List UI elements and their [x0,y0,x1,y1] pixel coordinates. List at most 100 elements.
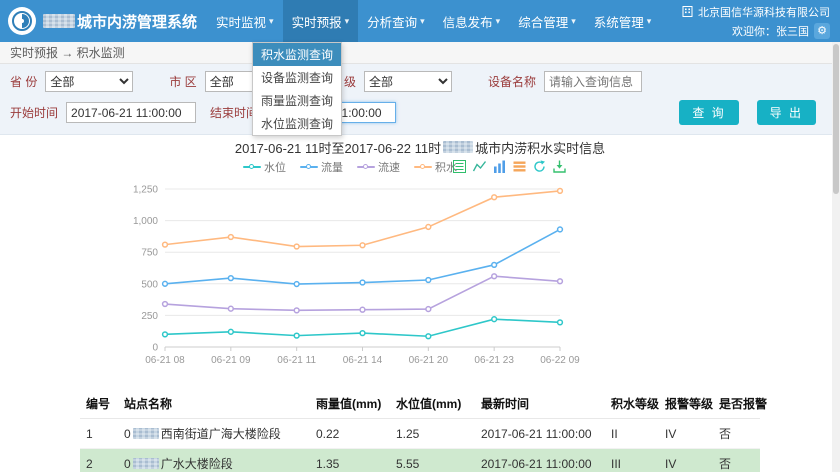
x-axis-label: 06-21 14 [343,355,383,366]
gear-icon[interactable]: ⚙ [814,23,830,39]
dropdown-menu-item[interactable]: 水位监测查询 [253,112,341,135]
device-name-label: 设备名称 [488,73,536,90]
line-chart-icon[interactable] [473,160,486,173]
province-select[interactable]: 全部 [45,71,133,92]
rain-value-cell: 1.35 [310,449,390,472]
data-point[interactable] [163,242,168,247]
dropdown-menu-item[interactable]: 积水监测查询 [253,43,341,66]
row-number-cell: 1 [80,419,118,449]
data-point[interactable] [294,308,299,313]
data-point[interactable] [558,188,563,193]
menu-item[interactable]: 分析查询▾ [358,0,434,42]
data-point[interactable] [426,307,431,312]
filter-panel: 省 份 全部 市 区 全部 县 级 全部 设备名称 [0,64,840,135]
legend-item[interactable]: 流量 [300,159,343,175]
table-row[interactable]: 10西南街道广海大楼险段0.221.252017-06-21 11:00:00I… [80,419,760,449]
menu-item[interactable]: 综合管理▾ [509,0,585,42]
data-point[interactable] [360,307,365,312]
stack-icon[interactable] [513,160,526,173]
data-point[interactable] [294,333,299,338]
vertical-scrollbar[interactable] [832,42,840,472]
legend-label: 水位 [264,159,286,175]
legend-item[interactable]: 水位 [243,159,286,175]
data-point[interactable] [492,262,497,267]
chart-toolbox [453,160,566,173]
data-point[interactable] [163,281,168,286]
menu-item[interactable]: 实时预报▾ [283,0,359,42]
station-name-cell: 0广水大楼险段 [118,449,310,472]
legend-marker-icon [243,164,261,171]
device-name-filter: 设备名称 [488,71,642,92]
data-point[interactable] [163,332,168,337]
column-header: 水位值(mm) [390,389,475,419]
bar-chart-icon[interactable] [493,160,506,173]
main-content: 2017-06-21 11时至2017-06-22 11时 城市内涝积水实时信息… [0,135,840,472]
legend-marker-icon [300,164,318,171]
chevron-down-icon: ▾ [269,16,274,27]
start-time-filter: 开始时间 [10,102,196,123]
data-point[interactable] [492,195,497,200]
data-point[interactable] [228,276,233,281]
data-point[interactable] [228,235,233,240]
county-select[interactable]: 全部 [364,71,452,92]
data-point[interactable] [228,306,233,311]
device-name-input[interactable] [544,71,642,92]
dropdown-menu-item[interactable]: 设备监测查询 [253,66,341,89]
app-title-text: 城市内涝管理系统 [77,11,197,32]
data-point[interactable] [163,302,168,307]
table-row[interactable]: 20广水大楼险段1.355.552017-06-21 11:00:00IIIIV… [80,449,760,472]
chevron-down-icon: ▾ [496,16,501,27]
province-filter: 省 份 全部 [10,71,133,92]
legend-marker-icon [414,164,432,171]
data-point[interactable] [426,334,431,339]
app-title: 城市内涝管理系统 [43,11,197,32]
legend-item[interactable]: 积水 [414,159,457,175]
chart-title: 2017-06-21 11时至2017-06-22 11时 城市内涝积水实时信息 [0,139,840,155]
legend-marker-icon [357,164,375,171]
row-number-cell: 2 [80,449,118,472]
chart-area: 水位流量流速积水 02505007501,0001,25006-21 0806-… [115,157,585,381]
redacted-station-segment [133,458,159,469]
app-logo-icon [8,7,36,35]
app-window: 城市内涝管理系统 实时监视▾实时预报▾分析查询▾信息发布▾综合管理▾系统管理▾ … [0,0,840,472]
data-point[interactable] [558,279,563,284]
end-time-label: 结束时间 [210,104,258,121]
menu-item-label: 实时预报 [292,12,342,31]
data-point[interactable] [426,225,431,230]
company-info: 北京国信华源科技有限公司 [682,4,830,20]
data-point[interactable] [558,227,563,232]
data-point[interactable] [294,244,299,249]
menu-item[interactable]: 实时监视▾ [207,0,283,42]
export-button[interactable]: 导 出 [757,100,816,125]
legend-item[interactable]: 流速 [357,159,400,175]
data-point[interactable] [558,320,563,325]
start-time-input[interactable] [66,102,196,123]
legend-label: 流速 [378,159,400,175]
data-point[interactable] [492,317,497,322]
menu-item[interactable]: 系统管理▾ [585,0,661,42]
is-alarm-cell: 否 [713,449,760,472]
logo-glyph [11,10,33,32]
menu-item[interactable]: 信息发布▾ [434,0,510,42]
data-point[interactable] [426,278,431,283]
data-point[interactable] [228,329,233,334]
query-button[interactable]: 查 询 [679,100,738,125]
building-icon [682,6,693,17]
data-point[interactable] [492,274,497,279]
data-point[interactable] [360,243,365,248]
data-view-icon[interactable] [453,160,466,173]
welcome-bar: 欢迎你：张三国 ⚙ [732,23,830,39]
redacted-city-name [443,141,473,153]
scrollbar-thumb[interactable] [833,44,839,194]
data-point[interactable] [360,280,365,285]
restore-icon[interactable] [533,160,546,173]
data-point[interactable] [294,282,299,287]
dropdown-menu-item[interactable]: 雨量监测查询 [253,89,341,112]
legend-label: 流量 [321,159,343,175]
menu-item-label: 分析查询 [367,12,417,31]
y-axis-label: 1,250 [133,185,158,196]
chevron-down-icon: ▾ [571,16,576,27]
data-point[interactable] [360,331,365,336]
save-image-icon[interactable] [553,160,566,173]
column-header: 积水等级 [605,389,659,419]
